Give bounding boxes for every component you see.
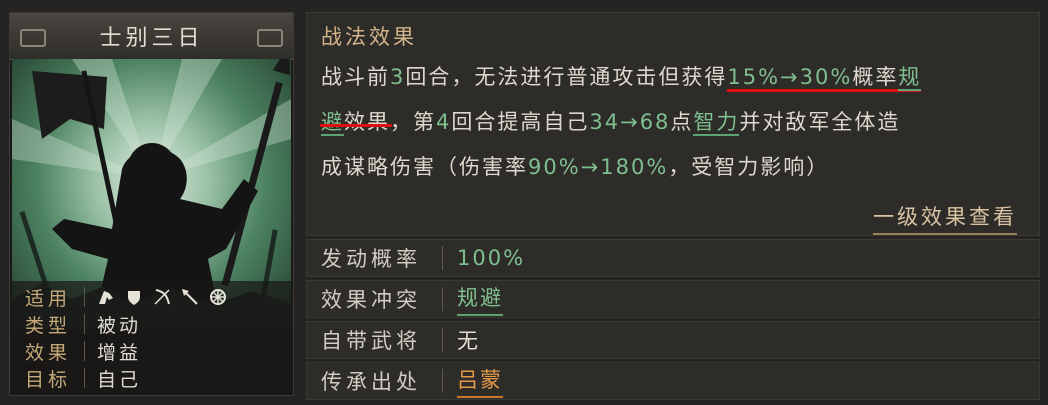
chariot-wheel-icon bbox=[209, 288, 227, 306]
keyword-intelligence-link[interactable]: 智力 bbox=[693, 110, 740, 136]
keyword-evade-link[interactable]: 避 bbox=[321, 110, 344, 136]
text: 回合，无法进行普通攻击但获得 bbox=[405, 65, 728, 89]
spear-icon bbox=[181, 288, 199, 306]
bow-icon bbox=[153, 288, 171, 306]
divider bbox=[84, 314, 85, 334]
attr-value: 被动 bbox=[97, 314, 142, 337]
unit-type-icons bbox=[97, 288, 227, 306]
info-label: 自带武将 bbox=[321, 329, 421, 353]
intelligence-value: 34→68 bbox=[589, 110, 671, 134]
info-row-own-general: 自带武将 无 bbox=[306, 321, 1040, 359]
text: 成谋略伤害（伤害率 bbox=[321, 155, 528, 179]
info-label: 发动概率 bbox=[321, 247, 421, 271]
description-line: 成谋略伤害（伤害率90%→180%，受智力影响） bbox=[321, 145, 1031, 190]
tactic-card: 士别三日 适用 类型 被动 效果 增益 目标 自己 bbox=[9, 12, 294, 396]
title-ornament-icon bbox=[20, 29, 46, 47]
info-row-effect-conflict: 效果冲突 规避 bbox=[306, 280, 1040, 318]
tactic-attributes: 适用 类型 被动 效果 增益 目标 自己 bbox=[12, 281, 291, 395]
text: 概率 bbox=[852, 65, 899, 89]
attr-row-applicable: 适用 bbox=[12, 284, 227, 310]
attr-label: 适用 bbox=[24, 287, 71, 310]
keyword-evade-link[interactable]: 规 bbox=[898, 65, 922, 91]
round-number: 4 bbox=[436, 110, 452, 134]
effect-section-title: 战法效果 bbox=[321, 25, 417, 49]
attr-label: 类型 bbox=[24, 314, 71, 337]
divider bbox=[84, 368, 85, 388]
attr-row-effect: 效果 增益 bbox=[12, 338, 141, 364]
effect-description: 战斗前3回合，无法进行普通攻击但获得15%→30%概率规 避效果，第4回合提高自… bbox=[321, 55, 1031, 190]
evade-rate-value: 15%→30% bbox=[727, 65, 853, 89]
info-label: 传承出处 bbox=[321, 370, 421, 394]
text: 点 bbox=[670, 110, 694, 134]
conflict-evade-link[interactable]: 规避 bbox=[457, 282, 503, 316]
source-general-link[interactable]: 吕蒙 bbox=[457, 364, 503, 398]
text: ，受智力影响） bbox=[668, 155, 830, 179]
attr-value: 增益 bbox=[97, 341, 142, 364]
text: 效果，第 bbox=[344, 110, 436, 134]
description-line: 避效果，第4回合提高自己34→68点智力并对敌军全体造 bbox=[321, 100, 1031, 145]
info-row-trigger-rate: 发动概率 100% bbox=[306, 239, 1040, 277]
annotation-underline: 15%→30%概率规 bbox=[727, 65, 922, 92]
divider bbox=[442, 369, 443, 393]
divider bbox=[442, 287, 443, 311]
divider bbox=[442, 328, 443, 352]
annotation-underline bbox=[320, 124, 392, 127]
level-one-effect-link[interactable]: 一级效果查看 bbox=[873, 201, 1017, 235]
attr-label: 目标 bbox=[24, 368, 71, 391]
description-line: 战斗前3回合，无法进行普通攻击但获得15%→30%概率规 bbox=[321, 55, 1031, 100]
divider bbox=[84, 287, 85, 307]
divider bbox=[442, 246, 443, 270]
attr-row-target: 目标 自己 bbox=[12, 365, 141, 391]
attr-value: 自己 bbox=[97, 368, 142, 391]
trigger-rate-value: 100% bbox=[457, 246, 526, 270]
tactic-name: 士别三日 bbox=[99, 26, 204, 51]
shield-icon bbox=[125, 288, 143, 306]
attr-label: 效果 bbox=[24, 341, 71, 364]
text: 回合提高自己 bbox=[451, 110, 590, 134]
own-general-value: 无 bbox=[457, 329, 480, 353]
round-number: 3 bbox=[390, 65, 406, 89]
text: 并对敌军全体造 bbox=[739, 110, 901, 134]
cavalry-icon bbox=[97, 288, 115, 306]
info-row-inheritance-source: 传承出处 吕蒙 bbox=[306, 362, 1040, 400]
damage-rate-value: 90%→180% bbox=[528, 155, 669, 179]
title-ornament-icon bbox=[257, 29, 283, 47]
effect-panel: 战法效果 战斗前3回合，无法进行普通攻击但获得15%→30%概率规 避效果，第4… bbox=[306, 12, 1040, 236]
card-title-bar: 士别三日 bbox=[10, 13, 293, 60]
divider bbox=[84, 341, 85, 361]
text: 战斗前 bbox=[321, 65, 390, 89]
attr-row-type: 类型 被动 bbox=[12, 311, 141, 337]
info-label: 效果冲突 bbox=[321, 288, 421, 312]
